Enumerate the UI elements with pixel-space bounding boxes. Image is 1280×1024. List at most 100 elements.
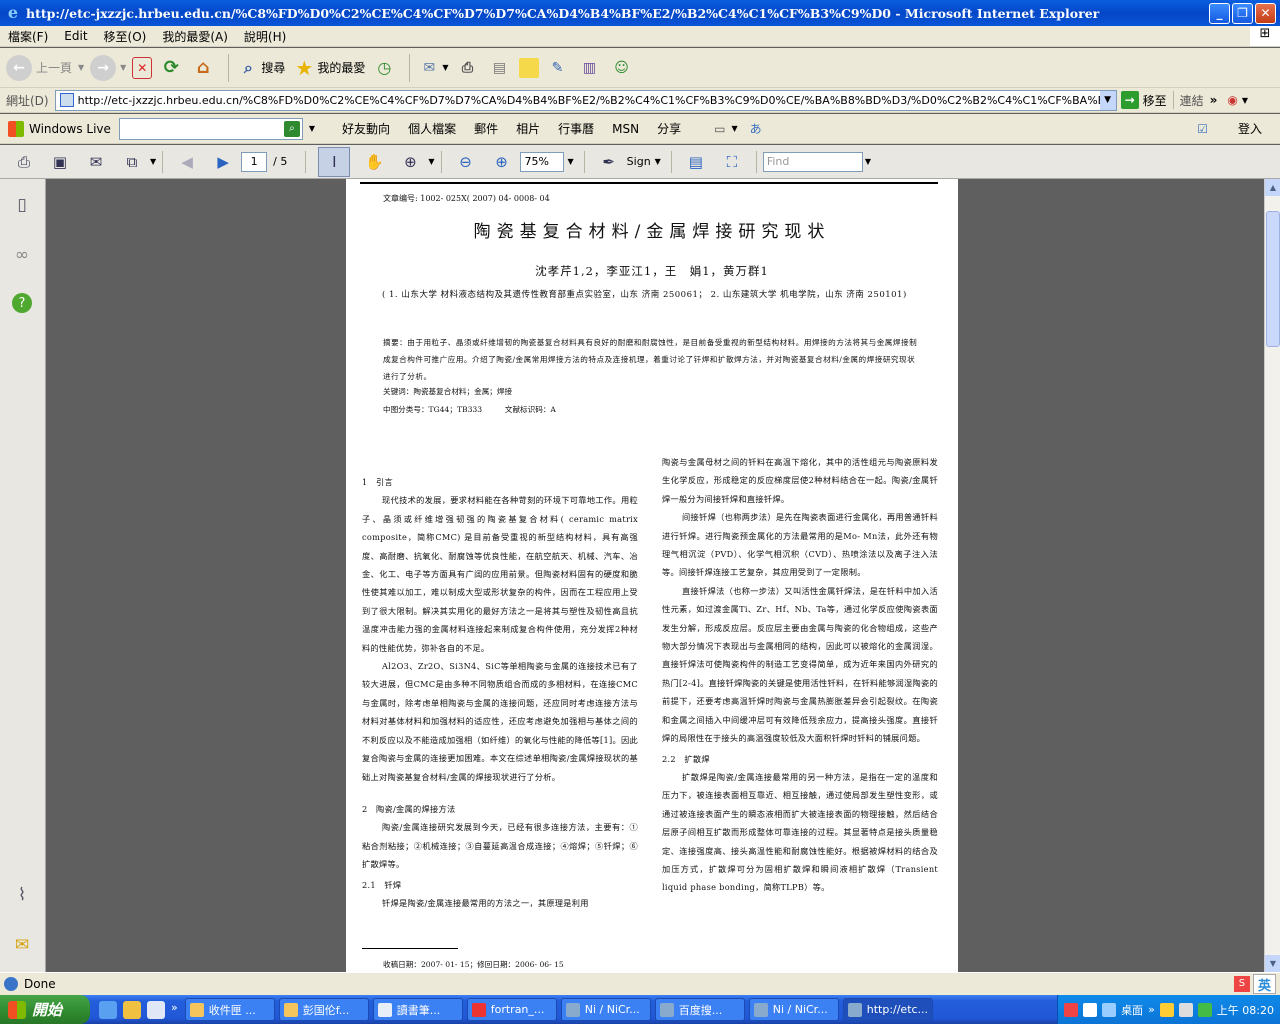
- close-button[interactable]: ✕: [1255, 2, 1276, 24]
- tray-shield-icon[interactable]: [1159, 1002, 1174, 1017]
- pdf-print-icon[interactable]: ⎙: [12, 150, 36, 174]
- bookmarks-binocular-icon[interactable]: ∞: [10, 243, 34, 267]
- live-search-icon[interactable]: ⌕: [283, 120, 300, 137]
- pdf-collab-dropdown-icon[interactable]: ▼: [150, 157, 156, 166]
- hand-tool-icon[interactable]: ✋: [362, 150, 386, 174]
- history-button[interactable]: ◷: [371, 55, 397, 81]
- pen-button[interactable]: ✎: [545, 55, 571, 81]
- sign-in-link[interactable]: 登入: [1238, 120, 1262, 137]
- ime-sogou-icon[interactable]: S: [1233, 976, 1250, 992]
- mail-button[interactable]: ✉ ▼: [416, 55, 448, 81]
- tray-network-icon[interactable]: [1102, 1002, 1117, 1017]
- forward-dropdown-icon[interactable]: ▼: [120, 63, 126, 72]
- back-button[interactable]: ← 上一頁 ▼: [6, 54, 84, 81]
- ime-indicator[interactable]: 英: [1252, 974, 1276, 994]
- favorites-button[interactable]: ★ 我的最愛: [291, 55, 365, 81]
- live-link-friends[interactable]: 好友動向: [333, 120, 399, 137]
- live-link-photos[interactable]: 相片: [507, 120, 549, 137]
- find-dropdown-icon[interactable]: ▼: [865, 157, 871, 166]
- live-window-icon[interactable]: ▭: [714, 122, 725, 136]
- fit-width-icon[interactable]: ▤: [684, 150, 708, 174]
- sign-pen-icon[interactable]: ✒: [597, 150, 621, 174]
- scroll-up-icon[interactable]: ▲: [1265, 179, 1280, 196]
- quick-launch-outlook-icon[interactable]: [123, 1000, 141, 1019]
- menu-edit[interactable]: Edit: [56, 29, 95, 43]
- go-button[interactable]: → 移至: [1120, 91, 1167, 109]
- start-button[interactable]: 開始: [0, 995, 90, 1024]
- refresh-button[interactable]: ⟳: [158, 55, 184, 81]
- menu-help[interactable]: 說明(H): [236, 28, 294, 45]
- marquee-zoom-icon[interactable]: ⊕: [398, 150, 422, 174]
- taskbar-item[interactable]: 彭国伦f...: [278, 998, 369, 1021]
- comments-icon[interactable]: ✉: [10, 933, 34, 957]
- zoom-out-icon[interactable]: ⊖: [454, 150, 478, 174]
- menu-favorites[interactable]: 我的最愛(A): [154, 28, 236, 45]
- vertical-scrollbar[interactable]: ▲ ▼: [1264, 179, 1280, 972]
- live-link-msn[interactable]: MSN: [603, 122, 648, 136]
- live-checkbox-icon[interactable]: ☑: [1197, 122, 1208, 136]
- fit-page-icon[interactable]: ⛶: [720, 150, 744, 174]
- forward-button[interactable]: → ▼: [90, 54, 126, 81]
- live-link-share[interactable]: 分享: [648, 120, 690, 137]
- tray-chevron-icon[interactable]: »: [1148, 1003, 1155, 1016]
- quick-launch-chevron-icon[interactable]: »: [171, 1001, 178, 1019]
- print-button[interactable]: ⎙: [455, 55, 481, 81]
- address-input[interactable]: http://etc-jxzzjc.hrbeu.edu.cn/%C8%FD%D0…: [54, 89, 1117, 111]
- clock[interactable]: 上午 08:20: [1217, 1002, 1274, 1018]
- help-icon[interactable]: ?: [12, 293, 32, 313]
- zoom-input[interactable]: 75%: [519, 151, 564, 172]
- taskbar-item[interactable]: 百度搜...: [654, 998, 745, 1021]
- zoom-in-icon[interactable]: ⊕: [490, 150, 514, 174]
- taskbar-item[interactable]: 讀書筆...: [372, 998, 463, 1021]
- address-dropdown-icon[interactable]: ▼: [1099, 90, 1116, 110]
- sign-label[interactable]: Sign: [627, 155, 651, 168]
- taskbar-item[interactable]: Ni / NiCr...: [560, 998, 651, 1021]
- select-tool-icon[interactable]: I: [318, 146, 351, 177]
- zoom-tool-dropdown-icon[interactable]: ▼: [428, 157, 434, 166]
- tray-volume-icon[interactable]: [1178, 1002, 1193, 1017]
- back-dropdown-icon[interactable]: ▼: [78, 63, 84, 72]
- taskbar-item[interactable]: fortran_...: [466, 998, 557, 1021]
- scroll-thumb[interactable]: [1266, 211, 1280, 347]
- page-number-input[interactable]: 1: [241, 151, 268, 172]
- live-translate-icon[interactable]: あ: [750, 120, 762, 137]
- taskbar-item-active[interactable]: http://etc...: [842, 998, 933, 1021]
- next-page-icon[interactable]: ▶: [211, 150, 235, 174]
- links-label[interactable]: 連結: [1180, 92, 1204, 109]
- stop-button[interactable]: ✕: [132, 56, 153, 79]
- live-search-input[interactable]: ⌕: [118, 117, 303, 140]
- maximize-button[interactable]: ❐: [1232, 2, 1253, 24]
- links-chevron-icon[interactable]: »: [1210, 93, 1218, 107]
- note-button[interactable]: [518, 57, 539, 78]
- menu-go[interactable]: 移至(O): [96, 28, 155, 45]
- edit-button[interactable]: ▤: [487, 55, 513, 81]
- tray-s-icon[interactable]: [1064, 1002, 1079, 1017]
- quick-launch-browser-icon[interactable]: [147, 1000, 165, 1019]
- mail-dropdown-icon[interactable]: ▼: [442, 63, 448, 72]
- tray-desktop-label[interactable]: 桌面: [1121, 1002, 1143, 1018]
- research-button[interactable]: ▥: [577, 55, 603, 81]
- live-link-profile[interactable]: 個人檔案: [399, 120, 465, 137]
- pdf-email-icon[interactable]: ✉: [84, 150, 108, 174]
- sign-dropdown-icon[interactable]: ▼: [655, 157, 661, 166]
- pdf-save-icon[interactable]: ▣: [48, 150, 72, 174]
- windows-live-brand[interactable]: Windows Live: [0, 120, 119, 137]
- taskbar-item[interactable]: Ni / NiCr...: [748, 998, 839, 1021]
- prev-page-icon[interactable]: ◀: [175, 150, 199, 174]
- address-url[interactable]: http://etc-jxzzjc.hrbeu.edu.cn/%C8%FD%D0…: [78, 94, 1100, 107]
- search-button[interactable]: ⌕ 搜尋: [235, 55, 286, 81]
- live-search-dropdown-icon[interactable]: ▼: [309, 124, 315, 133]
- translate-icon[interactable]: ◉: [1227, 93, 1237, 107]
- quick-launch-ie-icon[interactable]: [99, 1000, 117, 1019]
- live-link-calendar[interactable]: 行事曆: [549, 120, 603, 137]
- attachments-paperclip-icon[interactable]: ⌇: [10, 883, 34, 907]
- live-window-dropdown-icon[interactable]: ▼: [731, 124, 737, 133]
- tray-antivirus-icon[interactable]: [1197, 1002, 1212, 1017]
- pdf-collab-icon[interactable]: ⧉: [120, 150, 144, 174]
- zoom-dropdown-icon[interactable]: ▼: [568, 157, 574, 166]
- find-input[interactable]: Find: [762, 151, 863, 172]
- menu-file[interactable]: 檔案(F): [0, 28, 56, 45]
- taskbar-item[interactable]: 收件匣 ...: [184, 998, 275, 1021]
- messenger-button[interactable]: ☺: [609, 55, 635, 81]
- live-link-mail[interactable]: 郵件: [465, 120, 507, 137]
